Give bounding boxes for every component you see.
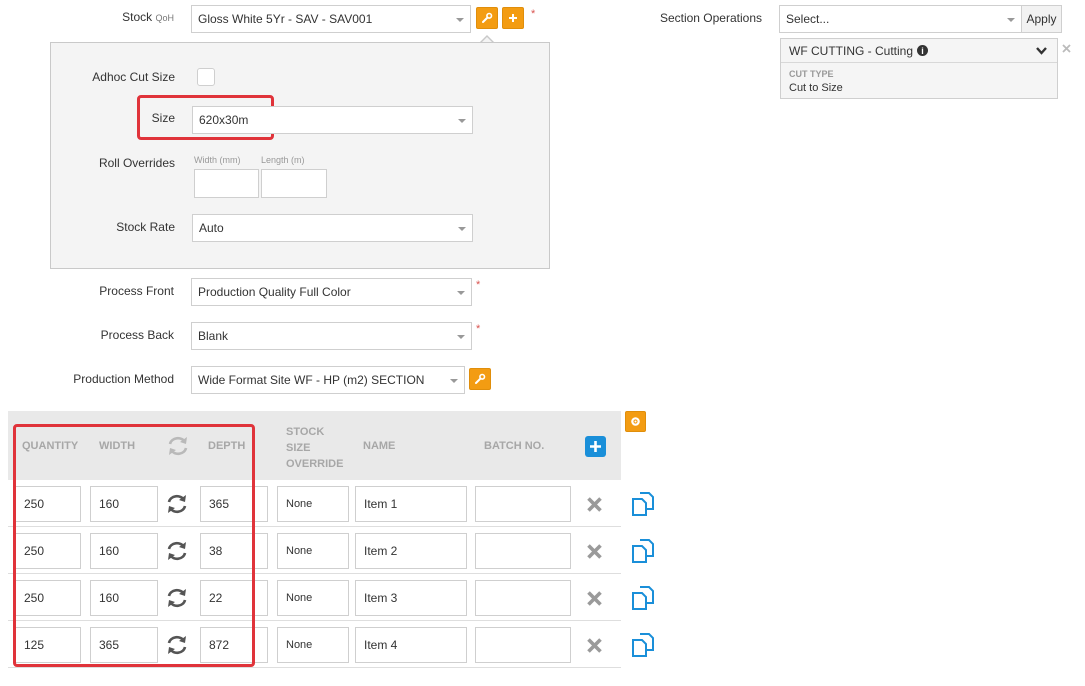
production-method-edit-button[interactable] bbox=[469, 368, 491, 390]
section-operations-select[interactable]: Select... bbox=[779, 5, 1022, 33]
delete-row-icon[interactable] bbox=[586, 496, 603, 513]
roll-length-input[interactable] bbox=[261, 169, 327, 198]
section-operations-label: Section Operations bbox=[659, 11, 762, 25]
stock-size-override-select[interactable]: None bbox=[277, 486, 349, 522]
process-front-label: Process Front bbox=[99, 284, 174, 298]
name-input[interactable]: Item 1 bbox=[355, 486, 467, 522]
add-row-button[interactable] bbox=[585, 436, 606, 457]
roll-length-label: Length (m) bbox=[261, 155, 305, 165]
stock-size-override-select[interactable]: None bbox=[277, 627, 349, 663]
stock-add-button[interactable] bbox=[502, 7, 524, 29]
operation-card: WF CUTTING - Cutting i CUT TYPE Cut to S… bbox=[780, 38, 1058, 99]
copy-row-icon[interactable] bbox=[630, 631, 658, 659]
process-back-required-marker: * bbox=[476, 323, 481, 335]
delete-row-icon[interactable] bbox=[586, 637, 603, 654]
adhoc-cut-size-label: Adhoc Cut Size bbox=[92, 70, 175, 84]
name-input[interactable]: Item 2 bbox=[355, 533, 467, 569]
plus-icon bbox=[509, 14, 517, 22]
process-front-select[interactable]: Production Quality Full Color bbox=[191, 278, 472, 306]
roll-overrides-label: Roll Overrides bbox=[98, 156, 175, 170]
dimensions-highlight-box bbox=[13, 424, 255, 667]
plus-icon bbox=[590, 441, 601, 452]
copy-row-icon[interactable] bbox=[630, 490, 658, 518]
wrench-icon bbox=[475, 373, 486, 384]
apply-button[interactable]: Apply bbox=[1021, 5, 1062, 33]
stock-required-marker: * bbox=[531, 8, 536, 20]
stock-size-override-select[interactable]: None bbox=[277, 533, 349, 569]
production-method-label: Production Method bbox=[73, 372, 174, 386]
roll-width-input[interactable] bbox=[194, 169, 259, 198]
gear-icon bbox=[631, 417, 640, 426]
stock-edit-button[interactable] bbox=[476, 7, 498, 29]
production-method-select-value: Wide Format Site WF - HP (m2) SECTION bbox=[198, 373, 425, 387]
operation-card-title: WF CUTTING - Cutting bbox=[789, 43, 914, 58]
stock-select[interactable]: Gloss White 5Yr - SAV - SAV001 bbox=[191, 5, 471, 33]
info-icon[interactable]: i bbox=[917, 45, 929, 56]
stock-rate-select[interactable]: Auto bbox=[192, 214, 473, 242]
apply-button-label: Apply bbox=[1026, 12, 1057, 26]
stock-rate-label: Stock Rate bbox=[116, 220, 175, 234]
header-batch: BATCH NO. bbox=[484, 440, 545, 452]
process-back-select-value: Blank bbox=[198, 329, 229, 343]
wrench-icon bbox=[482, 12, 493, 23]
header-stock-line3: OVERRIDE bbox=[286, 458, 344, 470]
table-settings-button[interactable] bbox=[625, 411, 646, 432]
remove-operation-icon[interactable] bbox=[1062, 44, 1071, 53]
operation-card-header[interactable]: WF CUTTING - Cutting i bbox=[781, 39, 1057, 63]
delete-row-icon[interactable] bbox=[586, 543, 603, 560]
stock-qoh-label: QoH bbox=[155, 13, 174, 23]
adhoc-cut-size-checkbox[interactable] bbox=[197, 68, 215, 86]
chevron-down-icon[interactable] bbox=[1036, 46, 1047, 55]
roll-width-label: Width (mm) bbox=[194, 155, 241, 165]
batch-input[interactable] bbox=[475, 580, 571, 616]
batch-input[interactable] bbox=[475, 627, 571, 663]
stock-size-override-select[interactable]: None bbox=[277, 580, 349, 616]
batch-input[interactable] bbox=[475, 486, 571, 522]
batch-input[interactable] bbox=[475, 533, 571, 569]
copy-row-icon[interactable] bbox=[630, 584, 658, 612]
delete-row-icon[interactable] bbox=[586, 590, 603, 607]
production-method-select[interactable]: Wide Format Site WF - HP (m2) SECTION bbox=[191, 366, 465, 394]
copy-row-icon[interactable] bbox=[630, 537, 658, 565]
stock-select-value: Gloss White 5Yr - SAV - SAV001 bbox=[198, 12, 373, 26]
process-back-select[interactable]: Blank bbox=[191, 322, 472, 350]
size-label: Size bbox=[151, 111, 175, 125]
cut-type-value: Cut to Size bbox=[789, 82, 843, 94]
process-front-select-value: Production Quality Full Color bbox=[198, 285, 351, 299]
header-stock-line1: STOCK bbox=[286, 426, 325, 438]
process-front-required-marker: * bbox=[476, 279, 481, 291]
section-operations-select-placeholder: Select... bbox=[786, 12, 830, 26]
stock-label-text: Stock bbox=[122, 10, 153, 24]
process-back-label: Process Back bbox=[100, 328, 174, 342]
stock-label: Stock QoH bbox=[60, 10, 174, 24]
name-input[interactable]: Item 4 bbox=[355, 627, 467, 663]
header-stock-line2: SIZE bbox=[286, 442, 311, 454]
size-select[interactable]: 620x30m bbox=[192, 106, 473, 134]
name-input[interactable]: Item 3 bbox=[355, 580, 467, 616]
stock-rate-select-value: Auto bbox=[199, 221, 224, 235]
header-name: NAME bbox=[363, 440, 396, 452]
size-select-value: 620x30m bbox=[199, 113, 249, 127]
header-stock-size-override: STOCK SIZE OVERRIDE bbox=[286, 424, 343, 472]
cut-type-label: CUT TYPE bbox=[789, 69, 834, 79]
